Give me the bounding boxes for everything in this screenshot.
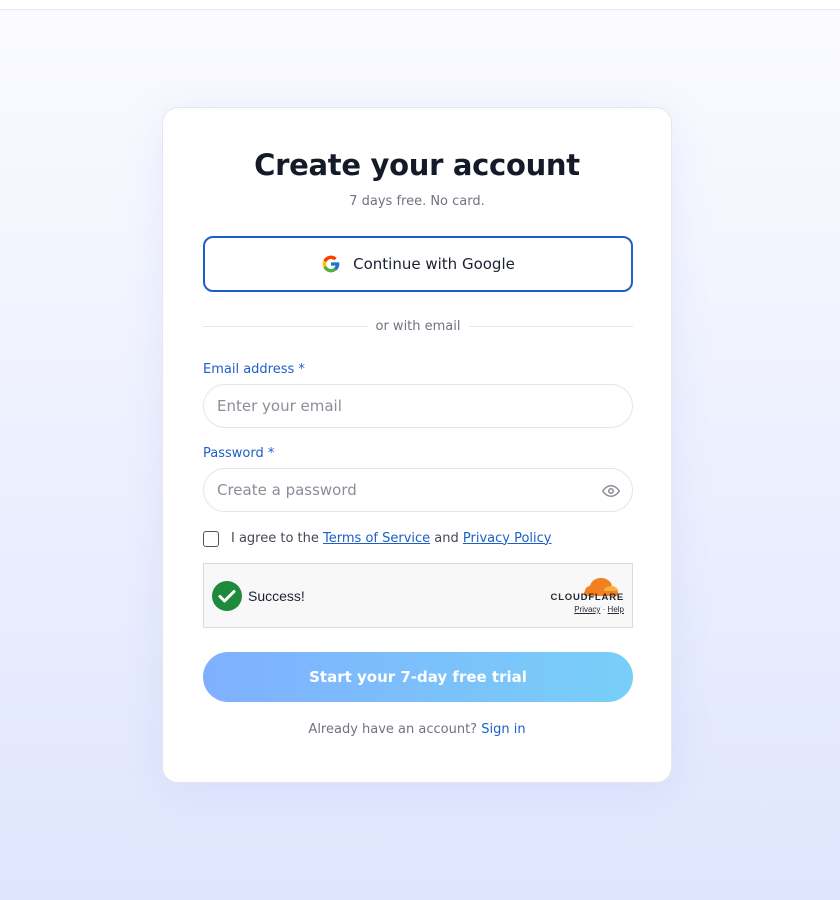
email-input[interactable] — [204, 385, 632, 427]
sign-in-link[interactable]: Sign in — [481, 722, 525, 737]
terms-checkbox[interactable] — [203, 531, 219, 547]
captcha-link-separator: · — [600, 605, 608, 614]
continue-with-google-button[interactable]: Continue with Google — [203, 236, 633, 292]
google-button-label: Continue with Google — [353, 255, 515, 273]
eye-icon[interactable] — [602, 482, 620, 500]
captcha-help-link[interactable]: Help — [608, 605, 624, 614]
email-divider: or with email — [203, 318, 633, 334]
start-free-trial-button[interactable]: Start your 7-day free trial — [203, 652, 633, 702]
privacy-policy-link[interactable]: Privacy Policy — [463, 531, 552, 546]
sign-in-prompt: Already have an account? — [308, 722, 482, 737]
divider-line-right — [468, 325, 633, 327]
divider-line-left — [203, 325, 368, 327]
password-field-wrapper — [203, 468, 633, 512]
terms-agreement-text: I agree to the Terms of Service and Priv… — [231, 531, 552, 546]
cloudflare-captcha-widget: Success! CLOUDFLARE Privacy · Help — [203, 563, 633, 628]
password-input[interactable] — [204, 469, 632, 511]
terms-agreement-row: I agree to the Terms of Service and Priv… — [203, 528, 552, 548]
captcha-status: Success! — [248, 588, 305, 604]
divider-text: or with email — [375, 318, 461, 334]
agree-prefix: I agree to the — [231, 530, 324, 546]
page-subtitle: 7 days free. No card. — [349, 194, 485, 209]
sign-in-row: Already have an account? Sign in — [163, 722, 671, 737]
cloudflare-brand: CLOUDFLARE — [550, 592, 624, 603]
terms-of-service-link[interactable]: Terms of Service — [323, 531, 430, 546]
captcha-links: Privacy · Help — [574, 605, 624, 614]
success-check-icon — [212, 581, 242, 611]
password-label: Password * — [203, 446, 275, 461]
signup-card: Create your account 7 days free. No card… — [162, 107, 672, 783]
agree-and: and — [430, 530, 463, 546]
page-title: Create your account — [254, 148, 580, 182]
email-label: Email address * — [203, 362, 305, 377]
email-field-wrapper — [203, 384, 633, 428]
google-g-icon — [322, 255, 340, 273]
top-bar — [0, 0, 840, 10]
captcha-privacy-link[interactable]: Privacy — [574, 605, 600, 614]
